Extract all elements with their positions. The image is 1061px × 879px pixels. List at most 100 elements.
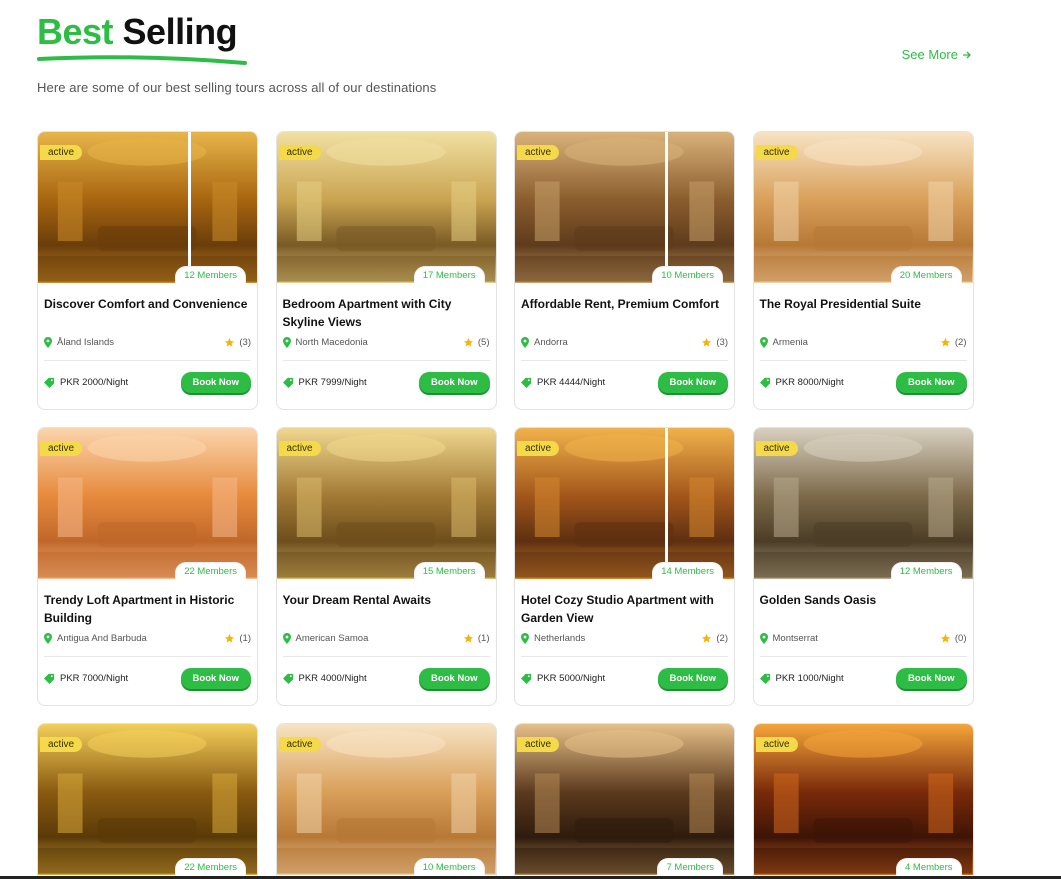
tour-image[interactable]: active 10 Members (515, 132, 734, 283)
price-tag-icon (44, 377, 55, 388)
book-now-button[interactable]: Book Now (657, 371, 728, 393)
members-count-badge: 17 Members (414, 267, 484, 283)
location: Åland Islands (44, 336, 114, 348)
tour-card[interactable]: active 7 Members (514, 723, 735, 879)
tour-image[interactable]: active 4 Members (753, 724, 973, 875)
tour-card[interactable]: active 22 Members Trendy Loft Apartment … (37, 427, 258, 706)
tour-image[interactable]: active 14 Members (515, 428, 734, 579)
tour-card[interactable]: active 14 Members Hotel Cozy Studio Apar… (514, 427, 735, 706)
price-text: PKR 4000/Night (298, 672, 367, 684)
status-badge: active (517, 145, 560, 160)
tour-name[interactable]: Discover Comfort and Convenience (44, 295, 251, 331)
location-text: American Samoa (295, 632, 369, 644)
star-icon (702, 633, 712, 643)
status-badge: active (40, 441, 83, 456)
book-now-button[interactable]: Book Now (180, 371, 251, 393)
location-text: North Macedonia (295, 336, 368, 348)
price: PKR 4000/Night (282, 672, 367, 684)
tour-name[interactable]: The Royal Presidential Suite (760, 295, 967, 331)
location-text: Armenia (772, 336, 808, 348)
see-more-link[interactable]: See More (902, 47, 972, 62)
members-count-badge: 15 Members (414, 563, 484, 579)
tour-card[interactable]: active 12 Members Golden Sands Oasis Mon… (752, 427, 974, 706)
rating: (5) (463, 337, 490, 348)
star-icon (940, 337, 950, 347)
price-text: PKR 1000/Night (775, 672, 844, 684)
location-pin-icon (759, 336, 768, 348)
price-tag-icon (521, 673, 532, 684)
book-now-button[interactable]: Book Now (896, 371, 967, 393)
rating-count: (3) (716, 336, 728, 348)
rating-count: (5) (477, 336, 490, 348)
tour-card[interactable]: active 20 Members The Royal Presidential… (752, 131, 974, 410)
members-count-badge: 7 Members (658, 859, 722, 875)
members-count-badge: 12 Members (891, 563, 961, 579)
see-more-label: See More (901, 47, 958, 62)
tour-card[interactable]: active 4 Members (752, 723, 974, 879)
tour-image[interactable]: active 22 Members (38, 428, 257, 579)
tour-image[interactable]: active 22 Members (38, 724, 257, 875)
rating: (3) (701, 337, 728, 348)
tour-image[interactable]: active 12 Members (38, 132, 257, 283)
tour-image[interactable]: active 12 Members (753, 428, 973, 579)
arrow-right-icon (963, 51, 971, 58)
tour-card[interactable]: active 15 Members Your Dream Rental Awai… (275, 427, 497, 706)
location-pin-icon (44, 632, 52, 644)
book-now-button[interactable]: Book Now (657, 667, 728, 689)
location-pin-icon (759, 632, 768, 644)
rating: (0) (940, 633, 967, 644)
members-count-badge: 22 Members (176, 563, 245, 579)
rating-count: (1) (477, 632, 490, 644)
tour-name[interactable]: Your Dream Rental Awaits (283, 591, 490, 627)
price-text: PKR 5000/Night (537, 672, 606, 684)
status-badge: active (40, 145, 83, 160)
tour-image[interactable]: active 17 Members (276, 132, 496, 283)
title-rest: Selling (122, 11, 238, 52)
tour-image[interactable]: active 15 Members (276, 428, 496, 579)
members-count-badge: 10 Members (653, 267, 722, 283)
location-pin-icon (521, 632, 529, 644)
tour-name[interactable]: Trendy Loft Apartment in Historic Buildi… (44, 591, 251, 627)
tour-image[interactable]: active 7 Members (515, 724, 734, 875)
rating: (3) (224, 337, 251, 348)
members-count-badge: 20 Members (891, 267, 961, 283)
book-now-button[interactable]: Book Now (180, 667, 251, 689)
status-badge: active (755, 441, 798, 456)
price-text: PKR 2000/Night (60, 376, 129, 388)
price: PKR 4444/Night (521, 377, 605, 388)
members-count-badge: 10 Members (414, 859, 484, 875)
members-count-badge: 12 Members (176, 267, 245, 283)
status-badge: active (40, 737, 83, 752)
book-now-button[interactable]: Book Now (896, 667, 967, 689)
tour-name[interactable]: Bedroom Apartment with City Skyline View… (283, 295, 490, 331)
tour-card[interactable]: active 10 Members (275, 723, 497, 879)
status-badge: active (755, 145, 798, 160)
tour-name[interactable]: Hotel Cozy Studio Apartment with Garden … (521, 591, 728, 627)
star-icon (225, 633, 235, 643)
tour-card[interactable]: active 22 Members (37, 723, 258, 879)
tour-image[interactable]: active 20 Members (753, 132, 973, 283)
location-pin-icon (44, 336, 52, 348)
rating-count: (2) (954, 336, 967, 348)
price-tag-icon (759, 673, 770, 684)
section-header: Best Selling Here are some of our best s… (37, 12, 977, 102)
tour-card[interactable]: active 10 Members Affordable Rent, Premi… (514, 131, 735, 410)
location-text: Netherlands (534, 632, 586, 644)
book-now-button[interactable]: Book Now (419, 667, 490, 689)
tour-image[interactable]: active 10 Members (276, 724, 496, 875)
price-text: PKR 8000/Night (775, 376, 844, 388)
status-badge: active (278, 441, 321, 456)
tour-card[interactable]: active 12 Members Discover Comfort and C… (37, 131, 258, 410)
title-underline-decoration (37, 55, 247, 65)
price: PKR 2000/Night (44, 377, 128, 388)
location-text: Montserrat (772, 632, 818, 644)
price-text: PKR 4444/Night (537, 376, 606, 388)
status-badge: active (755, 737, 798, 752)
tour-card[interactable]: active 17 Members Bedroom Apartment with… (275, 131, 497, 410)
tour-name[interactable]: Golden Sands Oasis (760, 591, 967, 627)
book-now-button[interactable]: Book Now (419, 371, 490, 393)
price-tag-icon (44, 673, 55, 684)
tour-name[interactable]: Affordable Rent, Premium Comfort (521, 295, 728, 331)
location-pin-icon (521, 336, 529, 348)
price: PKR 7999/Night (282, 377, 367, 388)
